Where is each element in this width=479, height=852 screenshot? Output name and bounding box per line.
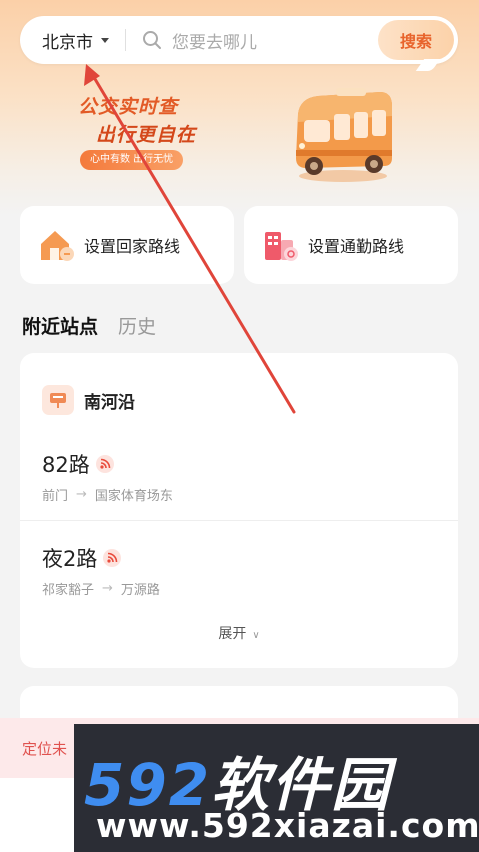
station-card[interactable]: 南河沿 82路 前门 → 国家体育场东 夜2路 祁家豁子 → 万源路 展开 ∨ (20, 353, 458, 668)
site-watermark: 592软件园 www.592xiazai.com (74, 724, 479, 852)
bus-illustration-icon (288, 84, 398, 184)
route-destination: 万源路 (120, 583, 160, 598)
promo-banner[interactable]: 公交实时查 出行更自在 心中有数 出行无忧 (78, 92, 228, 182)
banner-title-line1: 公交实时查 (78, 96, 179, 118)
realtime-signal-icon (95, 455, 114, 473)
chevron-down-icon: ∨ (252, 630, 260, 641)
tab-nearby-stations[interactable]: 附近站点 (22, 312, 98, 339)
expand-label: 展开 (218, 626, 247, 642)
station-tabs: 附近站点 历史 (22, 312, 156, 339)
city-selector[interactable]: 北京市 (20, 28, 109, 53)
station-header: 南河沿 (42, 385, 135, 415)
banner-title-line2: 出行更自在 (96, 124, 197, 146)
city-label: 北京市 (42, 32, 93, 53)
location-warning-text: 定位未 (22, 739, 68, 758)
home-route-label: 设置回家路线 (84, 237, 181, 256)
search-bar[interactable]: 北京市 您要去哪儿 搜索 (20, 16, 458, 71)
office-building-icon (262, 226, 300, 264)
chevron-down-icon (101, 37, 109, 43)
home-icon (38, 226, 76, 264)
route-origin: 前门 (42, 489, 69, 504)
search-button[interactable]: 搜索 (378, 20, 454, 60)
set-commute-route-button[interactable]: 设置通勤路线 (244, 206, 458, 284)
bus-stop-sign-icon (42, 385, 74, 415)
route-item[interactable]: 夜2路 祁家豁子 → 万源路 (42, 543, 160, 598)
route-name: 夜2路 (42, 547, 98, 571)
realtime-signal-icon (103, 549, 122, 567)
commute-route-label: 设置通勤路线 (308, 237, 405, 256)
set-home-route-button[interactable]: 设置回家路线 (20, 206, 234, 284)
expand-button[interactable]: 展开 ∨ (20, 623, 458, 643)
search-divider (125, 29, 126, 51)
route-item[interactable]: 82路 前门 → 国家体育场东 (42, 449, 173, 504)
route-name: 82路 (42, 453, 90, 477)
station-name: 南河沿 (84, 392, 135, 413)
watermark-url: www.592xiazai.com (96, 806, 479, 845)
arrow-right-icon: → (102, 581, 113, 596)
banner-tagline: 心中有数 出行无忧 (80, 150, 184, 170)
route-origin: 祁家豁子 (42, 583, 95, 598)
tab-history[interactable]: 历史 (118, 312, 156, 339)
route-destination: 国家体育场东 (94, 489, 173, 504)
search-icon (142, 30, 162, 50)
route-divider (20, 520, 458, 521)
arrow-right-icon: → (76, 487, 87, 502)
